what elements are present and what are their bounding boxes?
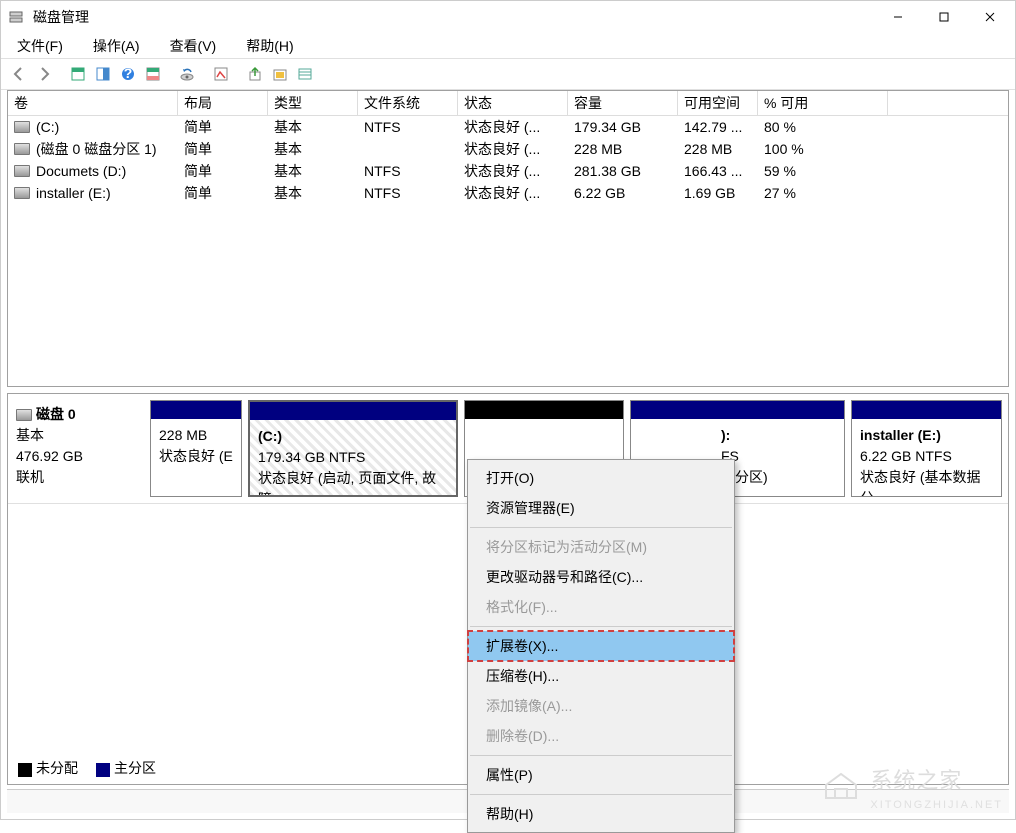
drive-icon [14,121,30,133]
nav-forward-button[interactable] [32,62,56,86]
legend-primary-label: 主分区 [114,760,156,776]
ctx-explorer[interactable]: 资源管理器(E) [468,493,734,523]
toolbar-layout2-icon[interactable] [91,62,115,86]
menu-file[interactable]: 文件(F) [11,34,69,58]
menu-help[interactable]: 帮助(H) [240,34,299,58]
volume-list: 卷 布局 类型 文件系统 状态 容量 可用空间 % 可用 (C:) 简单 基本 … [7,90,1009,387]
action2-icon[interactable] [268,62,292,86]
ctx-open[interactable]: 打开(O) [468,463,734,493]
drive-icon [14,187,30,199]
title-bar: 磁盘管理 [1,1,1015,33]
ctx-format: 格式化(F)... [468,592,734,622]
minimize-button[interactable] [875,2,921,32]
legend-primary-swatch [96,763,110,777]
nav-back-button[interactable] [7,62,31,86]
ctx-extend[interactable]: 扩展卷(X)... [468,631,734,661]
ctx-changepath[interactable]: 更改驱动器号和路径(C)... [468,562,734,592]
disk-size: 476.92 GB [16,448,83,464]
close-button[interactable] [967,2,1013,32]
help-icon[interactable]: ? [116,62,140,86]
volume-row[interactable]: Documets (D:) 简单 基本 NTFS 状态良好 (... 281.3… [8,160,1008,182]
app-icon [7,8,25,26]
toolbar-layout3-icon[interactable] [141,62,165,86]
volume-row[interactable]: installer (E:) 简单 基本 NTFS 状态良好 (... 6.22… [8,182,1008,204]
ctx-properties[interactable]: 属性(P) [468,760,734,790]
col-volume[interactable]: 卷 [8,91,178,115]
partition-c[interactable]: (C:) 179.34 GB NTFS 状态良好 (启动, 页面文件, 故障 [248,400,458,497]
col-capacity[interactable]: 容量 [568,91,678,115]
drive-icon [14,165,30,177]
drive-icon [14,143,30,155]
col-pct[interactable]: % 可用 [758,91,888,115]
disk-info[interactable]: 磁盘 0 基本 476.92 GB 联机 [14,400,144,497]
ctx-markactive: 将分区标记为活动分区(M) [468,532,734,562]
partition-e[interactable]: installer (E:) 6.22 GB NTFS 状态良好 (基本数据分 [851,400,1002,497]
disk-label: 磁盘 0 [36,406,76,422]
disk-type: 基本 [16,427,44,443]
properties-icon[interactable] [209,62,233,86]
col-status[interactable]: 状态 [458,91,568,115]
svg-text:?: ? [124,66,133,81]
toolbar: ? [1,58,1015,90]
menu-action[interactable]: 操作(A) [87,34,146,58]
toolbar-layout1-icon[interactable] [66,62,90,86]
legend-unalloc-swatch [18,763,32,777]
col-filesystem[interactable]: 文件系统 [358,91,458,115]
ctx-help[interactable]: 帮助(H) [468,799,734,829]
col-layout[interactable]: 布局 [178,91,268,115]
window-title: 磁盘管理 [33,7,875,27]
context-menu: 打开(O) 资源管理器(E) 将分区标记为活动分区(M) 更改驱动器号和路径(C… [467,459,735,833]
ctx-addmirror: 添加镜像(A)... [468,691,734,721]
volume-list-header: 卷 布局 类型 文件系统 状态 容量 可用空间 % 可用 [8,91,1008,116]
disk-status: 联机 [16,469,44,485]
refresh-icon[interactable] [175,62,199,86]
action3-icon[interactable] [293,62,317,86]
menu-bar: 文件(F) 操作(A) 查看(V) 帮助(H) [1,33,1015,59]
maximize-button[interactable] [921,2,967,32]
action1-icon[interactable] [243,62,267,86]
col-free[interactable]: 可用空间 [678,91,758,115]
volume-row[interactable]: (磁盘 0 磁盘分区 1) 简单 基本 状态良好 (... 228 MB 228… [8,138,1008,160]
ctx-shrink[interactable]: 压缩卷(H)... [468,661,734,691]
partition-system-reserved[interactable]: 228 MB 状态良好 (E [150,400,242,497]
legend-unalloc-label: 未分配 [36,760,78,776]
watermark: 系统之家 XITONGZHIJIA.NET [823,763,1003,811]
ctx-delete: 删除卷(D)... [468,721,734,751]
menu-view[interactable]: 查看(V) [164,34,223,58]
volume-row[interactable]: (C:) 简单 基本 NTFS 状态良好 (... 179.34 GB 142.… [8,116,1008,138]
col-type[interactable]: 类型 [268,91,358,115]
disk-icon [16,409,32,421]
